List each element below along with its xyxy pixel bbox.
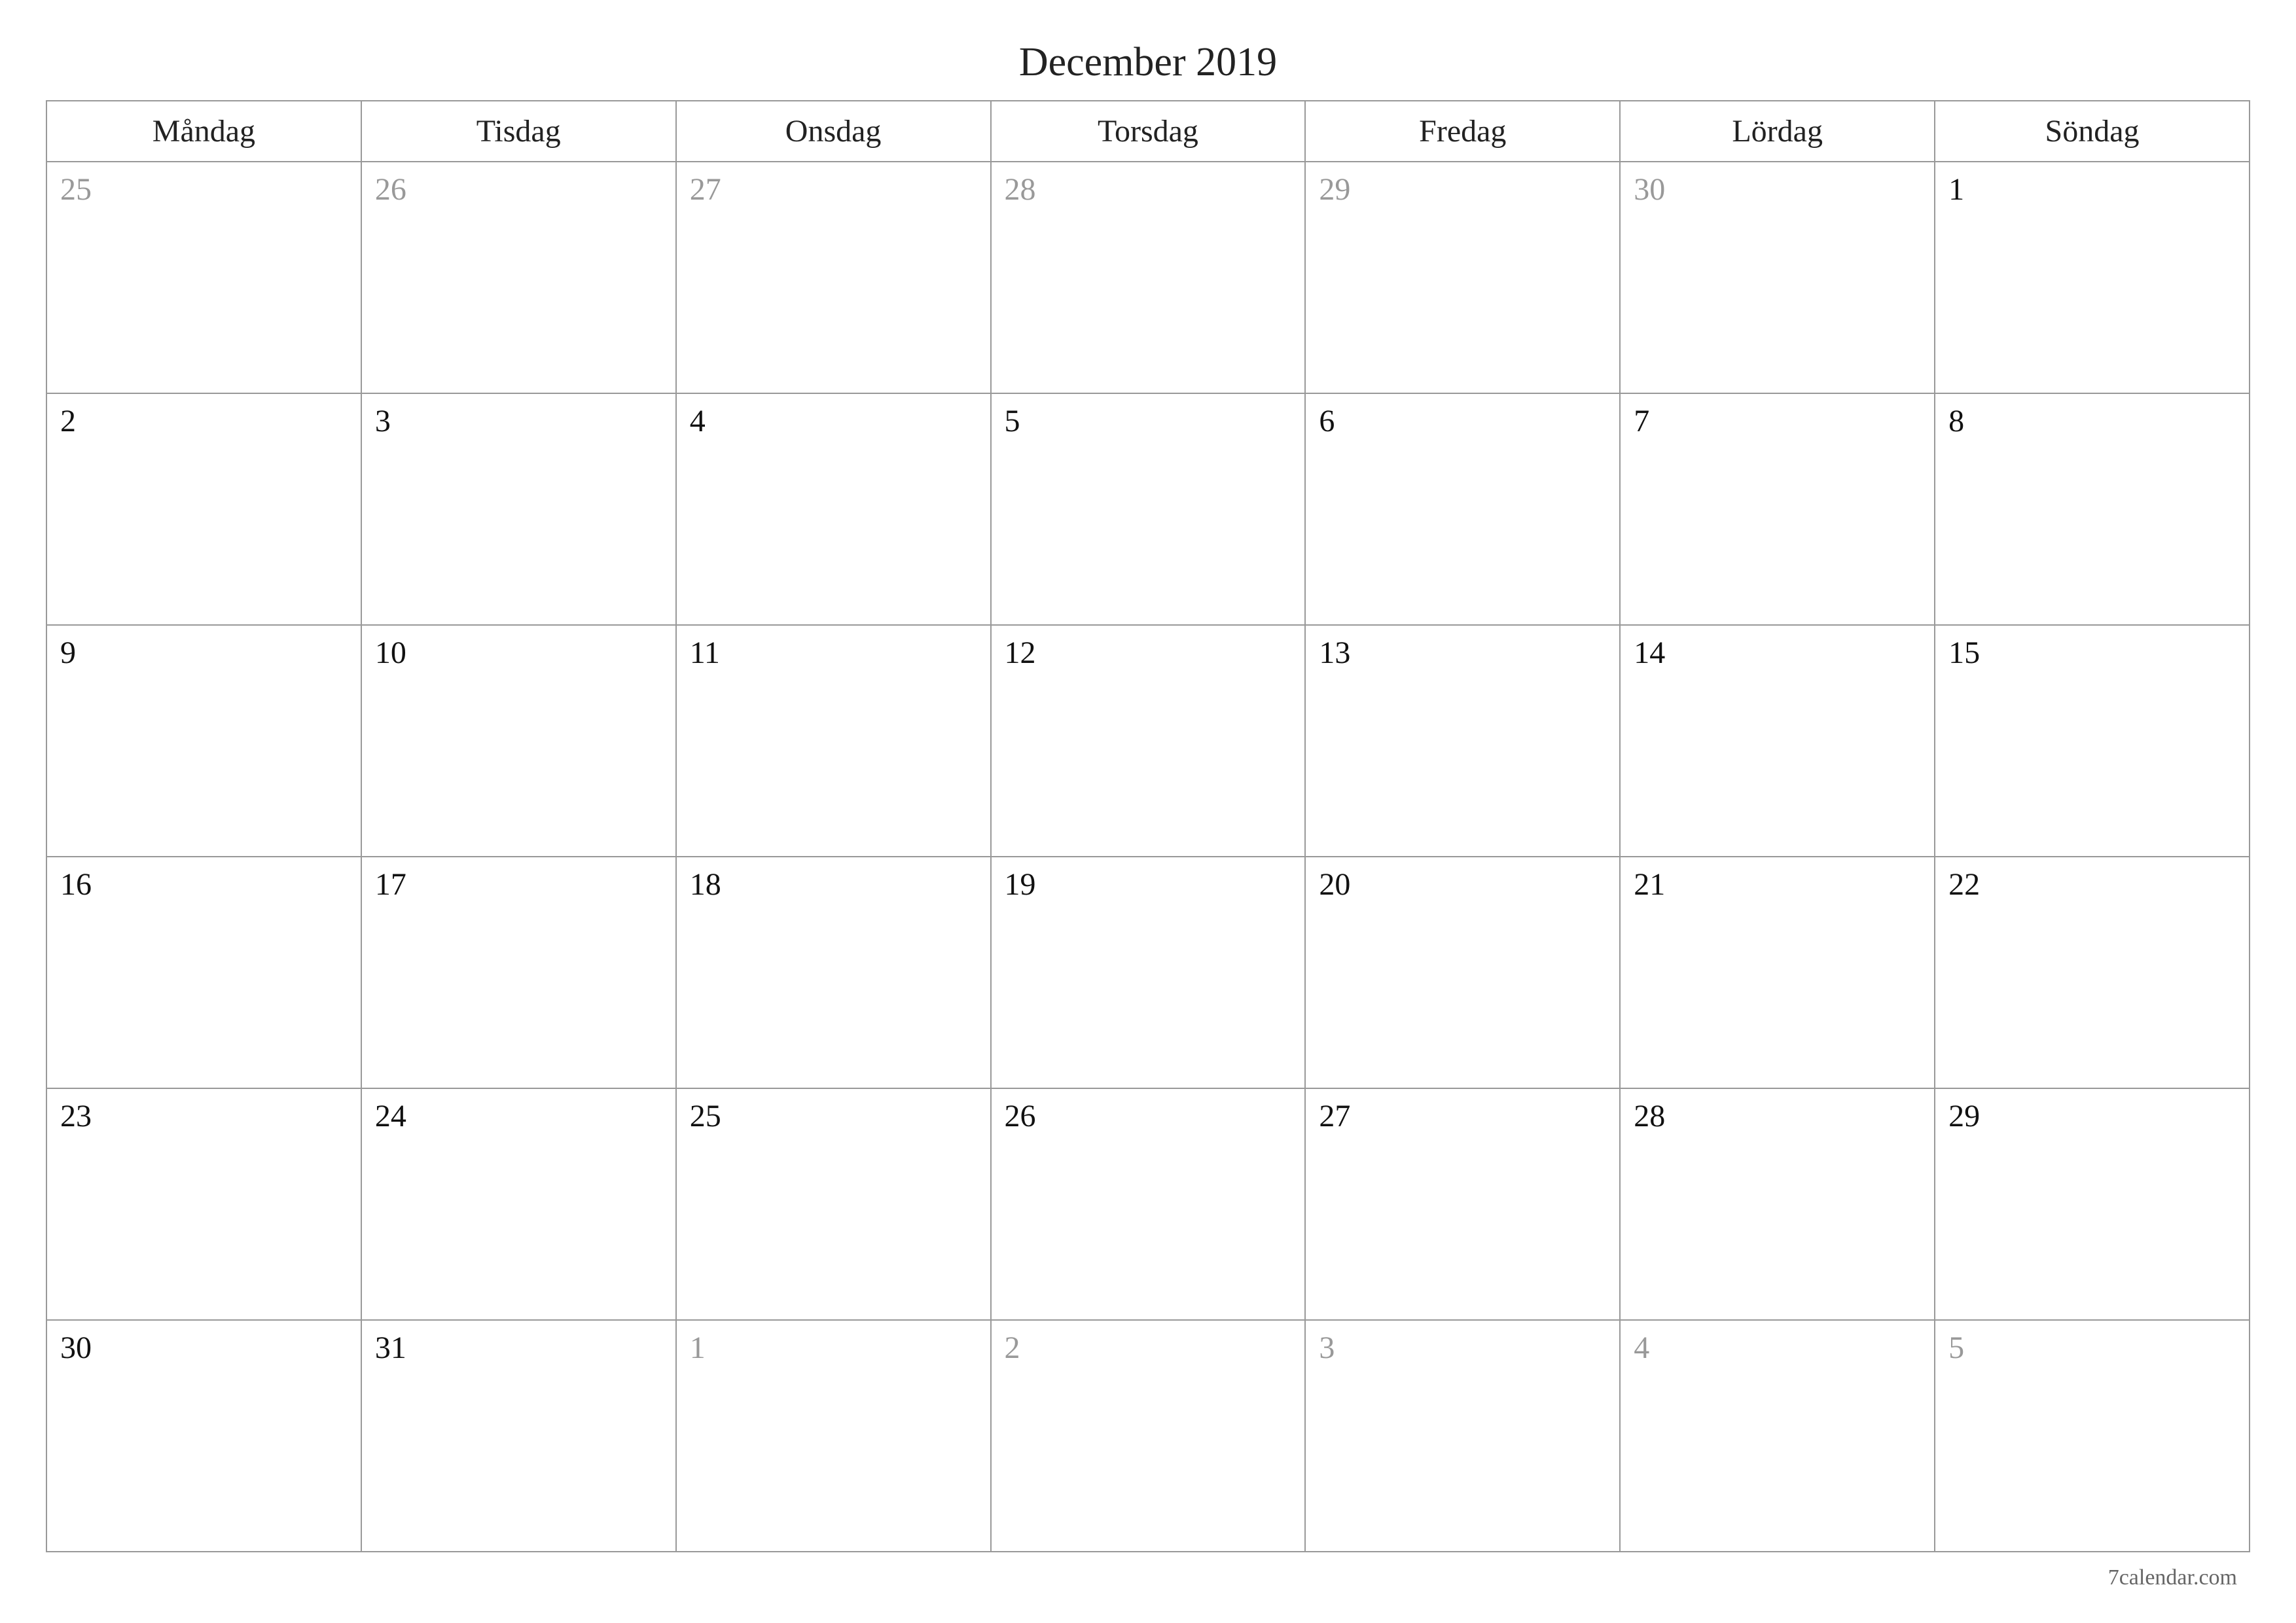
calendar-grid: Måndag Tisdag Onsdag Torsdag Fredag Lörd… xyxy=(46,100,2250,1552)
calendar-day-cell: 2 xyxy=(991,1320,1306,1552)
calendar-day-cell: 31 xyxy=(361,1320,676,1552)
calendar-day-cell: 26 xyxy=(361,162,676,393)
calendar-day-cell: 29 xyxy=(1305,162,1620,393)
calendar-day-cell: 27 xyxy=(676,162,991,393)
weekday-header: Lördag xyxy=(1620,101,1935,162)
weekday-header: Fredag xyxy=(1305,101,1620,162)
calendar-day-cell: 8 xyxy=(1935,393,2250,625)
calendar-day-cell: 4 xyxy=(1620,1320,1935,1552)
calendar-day-cell: 15 xyxy=(1935,625,2250,857)
calendar-day-cell: 3 xyxy=(1305,1320,1620,1552)
calendar-day-cell: 5 xyxy=(1935,1320,2250,1552)
calendar-day-cell: 18 xyxy=(676,857,991,1088)
calendar-title: December 2019 xyxy=(46,39,2250,86)
calendar-day-cell: 9 xyxy=(46,625,361,857)
calendar-week-row: 16171819202122 xyxy=(46,857,2250,1088)
calendar-day-cell: 30 xyxy=(1620,162,1935,393)
calendar-day-cell: 28 xyxy=(991,162,1306,393)
calendar-day-cell: 25 xyxy=(46,162,361,393)
calendar-day-cell: 29 xyxy=(1935,1088,2250,1320)
calendar-day-cell: 26 xyxy=(991,1088,1306,1320)
calendar-day-cell: 16 xyxy=(46,857,361,1088)
weekday-header: Torsdag xyxy=(991,101,1306,162)
weekday-header: Tisdag xyxy=(361,101,676,162)
calendar-day-cell: 13 xyxy=(1305,625,1620,857)
calendar-day-cell: 1 xyxy=(1935,162,2250,393)
calendar-day-cell: 14 xyxy=(1620,625,1935,857)
calendar-week-row: 9101112131415 xyxy=(46,625,2250,857)
calendar-day-cell: 1 xyxy=(676,1320,991,1552)
calendar-day-cell: 21 xyxy=(1620,857,1935,1088)
calendar-day-cell: 12 xyxy=(991,625,1306,857)
calendar-day-cell: 25 xyxy=(676,1088,991,1320)
calendar-body: 2526272829301234567891011121314151617181… xyxy=(46,162,2250,1552)
weekday-header: Onsdag xyxy=(676,101,991,162)
calendar-week-row: 2345678 xyxy=(46,393,2250,625)
calendar-day-cell: 7 xyxy=(1620,393,1935,625)
calendar-day-cell: 11 xyxy=(676,625,991,857)
calendar-day-cell: 3 xyxy=(361,393,676,625)
calendar-week-row: 2526272829301 xyxy=(46,162,2250,393)
calendar-day-cell: 30 xyxy=(46,1320,361,1552)
calendar-day-cell: 28 xyxy=(1620,1088,1935,1320)
weekday-header: Söndag xyxy=(1935,101,2250,162)
calendar-day-cell: 19 xyxy=(991,857,1306,1088)
calendar-day-cell: 23 xyxy=(46,1088,361,1320)
calendar-day-cell: 24 xyxy=(361,1088,676,1320)
footer-credit: 7calendar.com xyxy=(2108,1565,2237,1590)
calendar-day-cell: 4 xyxy=(676,393,991,625)
calendar-page: December 2019 Måndag Tisdag Onsdag Torsd… xyxy=(0,0,2296,1623)
weekday-header-row: Måndag Tisdag Onsdag Torsdag Fredag Lörd… xyxy=(46,101,2250,162)
calendar-day-cell: 17 xyxy=(361,857,676,1088)
calendar-day-cell: 20 xyxy=(1305,857,1620,1088)
calendar-day-cell: 27 xyxy=(1305,1088,1620,1320)
calendar-day-cell: 10 xyxy=(361,625,676,857)
calendar-week-row: 303112345 xyxy=(46,1320,2250,1552)
calendar-day-cell: 22 xyxy=(1935,857,2250,1088)
calendar-day-cell: 6 xyxy=(1305,393,1620,625)
weekday-header: Måndag xyxy=(46,101,361,162)
calendar-day-cell: 5 xyxy=(991,393,1306,625)
calendar-week-row: 23242526272829 xyxy=(46,1088,2250,1320)
calendar-day-cell: 2 xyxy=(46,393,361,625)
